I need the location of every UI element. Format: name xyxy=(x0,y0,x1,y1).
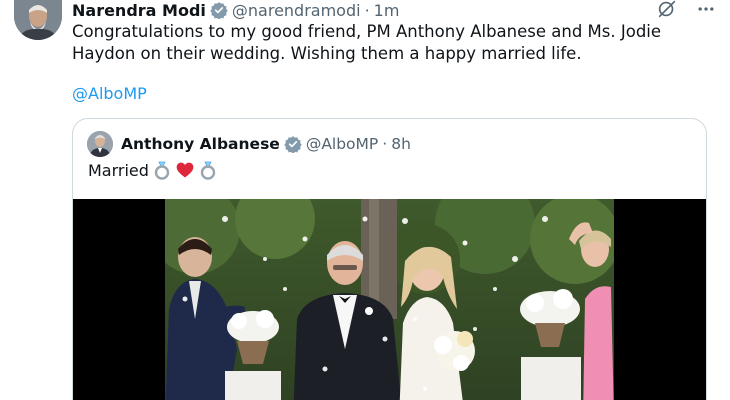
quoted-author-handle[interactable]: @AlboMP xyxy=(306,135,378,153)
quoted-author-avatar[interactable] xyxy=(87,131,113,157)
grok-icon[interactable] xyxy=(656,0,678,20)
tweet-header: Narendra Modi @narendramodi · 1m xyxy=(72,0,399,20)
ring-icon xyxy=(199,160,217,180)
verified-badge-icon xyxy=(210,1,228,19)
author-name[interactable]: Narendra Modi xyxy=(72,1,206,20)
tweet-text: Congratulations to my good friend, PM An… xyxy=(72,22,662,63)
author-avatar[interactable] xyxy=(14,0,62,40)
tweet-actions-top xyxy=(656,0,716,20)
verified-badge-icon xyxy=(284,135,302,153)
quoted-tweet-media[interactable] xyxy=(73,199,706,400)
author-handle[interactable]: @narendramodi xyxy=(232,1,361,20)
more-icon[interactable] xyxy=(696,0,716,19)
quoted-author-name[interactable]: Anthony Albanese xyxy=(121,135,280,153)
red-heart-icon xyxy=(175,160,195,180)
tweet-timestamp[interactable]: 1m xyxy=(374,1,400,20)
quoted-tweet-header: Anthony Albanese @AlboMP · 8h xyxy=(87,131,411,157)
separator-dot: · xyxy=(382,135,388,153)
mention-link[interactable]: @AlboMP xyxy=(72,84,147,103)
quoted-tweet-timestamp[interactable]: 8h xyxy=(391,135,411,153)
separator-dot: · xyxy=(364,0,370,20)
quoted-tweet[interactable]: Anthony Albanese @AlboMP · 8h Married xyxy=(72,118,707,400)
quoted-tweet-text-row: Married xyxy=(88,160,217,180)
ring-icon xyxy=(153,160,171,180)
quoted-tweet-text: Married xyxy=(88,160,149,180)
wedding-photo[interactable] xyxy=(165,199,614,400)
